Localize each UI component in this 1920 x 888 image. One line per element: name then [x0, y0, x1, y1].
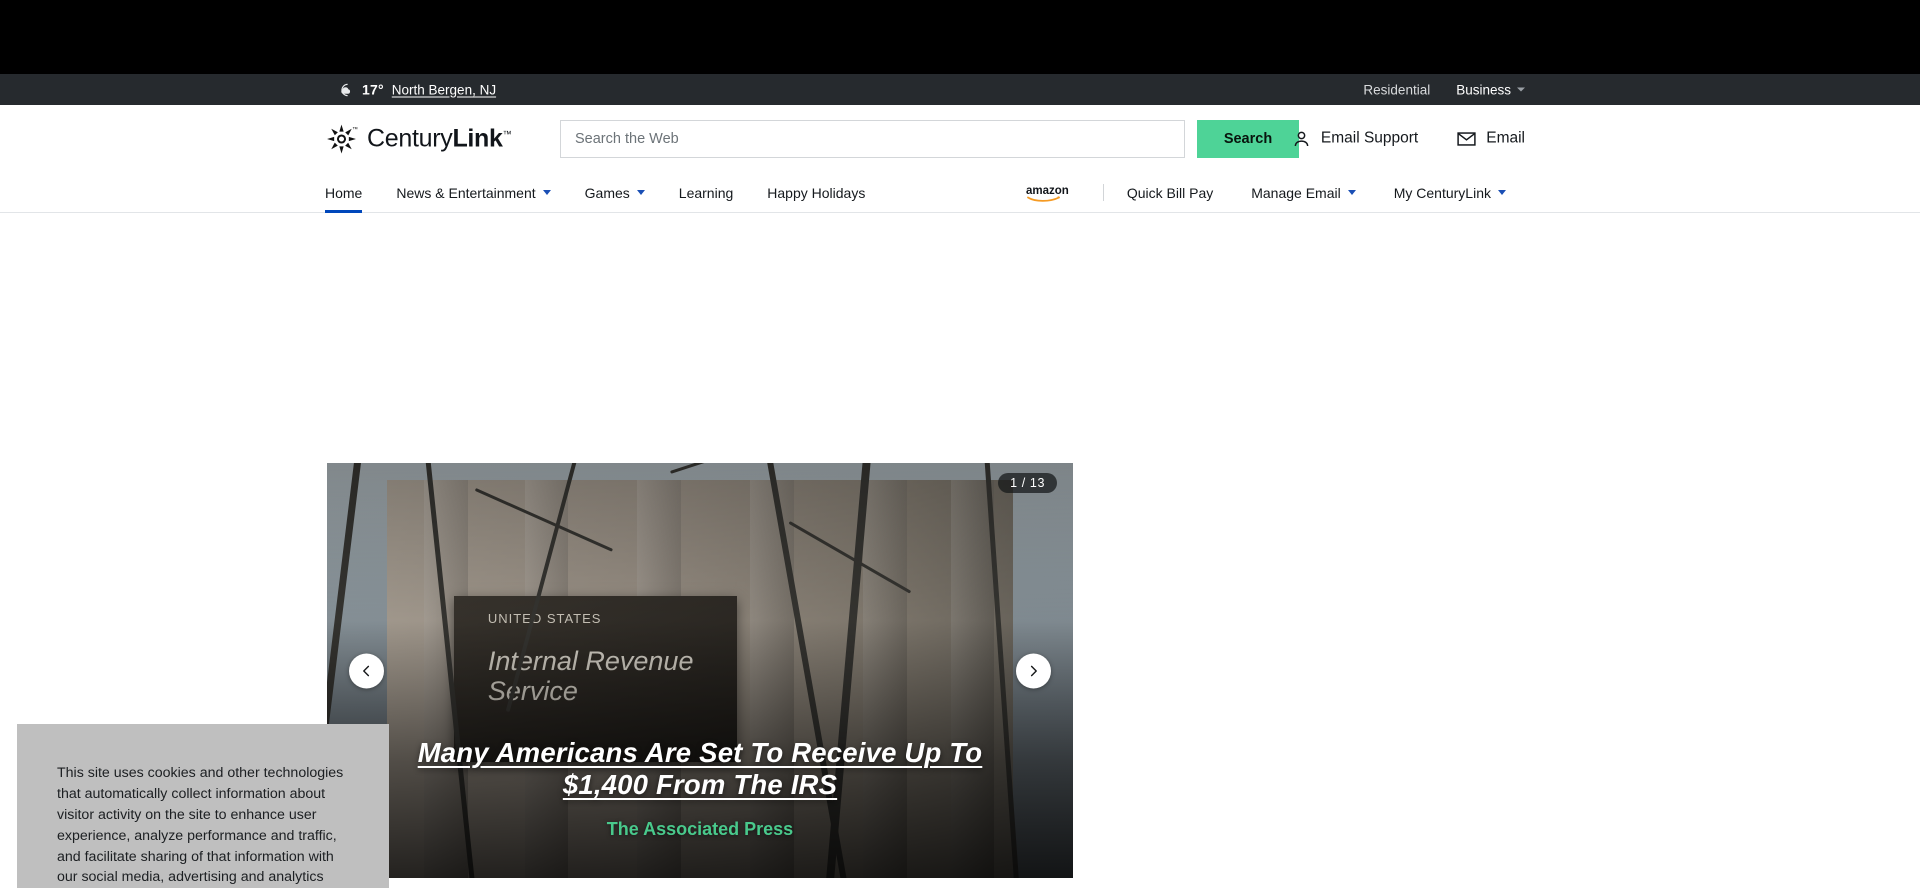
nav-item-games[interactable]: Games [568, 172, 662, 213]
utility-link-residential-label: Residential [1363, 82, 1431, 97]
envelope-icon [1457, 131, 1476, 146]
svg-text:amazon: amazon [1026, 185, 1069, 197]
brand-word-light: Century [367, 124, 453, 152]
nav-item-learning[interactable]: Learning [662, 172, 751, 213]
nav-item-home-label: Home [325, 184, 363, 201]
svg-text:™: ™ [352, 126, 358, 132]
centurylink-starburst-icon: ™ [327, 124, 358, 153]
email-link[interactable]: Email [1456, 128, 1525, 149]
nav-item-games-label: Games [584, 184, 630, 201]
nav-right-group: amazon Quick Bill Pay Manage Email My Ce… [1007, 172, 1525, 213]
page-content: UNITED STATES Internal Revenue Service 1… [0, 213, 1920, 888]
brand-word-bold: Link [452, 124, 503, 152]
chevron-left-icon [363, 665, 370, 676]
email-label: Email [1486, 129, 1525, 147]
chevron-down-icon [1498, 190, 1506, 195]
amazon-link[interactable]: amazon [1007, 172, 1099, 213]
nav-item-quick-bill-pay-label: Quick Bill Pay [1126, 184, 1214, 201]
search-input[interactable] [560, 119, 1185, 158]
nav-divider [1102, 184, 1104, 201]
hero-source: The Associated Press [606, 819, 794, 839]
carousel-prev-button[interactable] [349, 653, 384, 688]
utility-link-residential[interactable]: Residential [1363, 82, 1430, 97]
hero-carousel[interactable]: UNITED STATES Internal Revenue Service 1… [327, 463, 1073, 878]
nav-item-happy-holidays-label: Happy Holidays [767, 184, 866, 201]
chevron-down-icon [636, 190, 645, 195]
nav-item-learning-label: Learning [678, 184, 734, 201]
masthead-links: Email Support Email [1291, 128, 1525, 149]
weather-location-link[interactable]: North Bergen, NJ [392, 82, 496, 97]
search-button[interactable]: Search [1197, 119, 1299, 158]
search-area: Search [560, 119, 1299, 158]
brand-wordmark: CenturyLink™ [367, 124, 512, 153]
brand-trademark: ™ [502, 128, 512, 139]
weather-temperature: 17° [362, 81, 384, 98]
nav-left-group: Home News & Entertainment Games Learning… [325, 172, 882, 213]
weather-widget[interactable]: 17° North Bergen, NJ [337, 81, 496, 98]
masthead: ™ CenturyLink™ Search Email Support Emai… [0, 105, 1920, 172]
moon-cloud-icon [341, 83, 351, 96]
nav-item-my-centurylink-label: My CenturyLink [1393, 184, 1491, 201]
nav-item-news-entertainment-label: News & Entertainment [396, 184, 536, 201]
nav-item-quick-bill-pay[interactable]: Quick Bill Pay [1108, 172, 1232, 213]
browser-chrome-bar [0, 0, 1920, 74]
user-icon [1294, 131, 1309, 146]
utility-bar: 17° North Bergen, NJ Residential Busines… [0, 74, 1920, 105]
cookie-consent-dialog: This site uses cookies and other technol… [17, 724, 389, 888]
chevron-right-icon [1030, 665, 1037, 676]
nav-item-news-entertainment[interactable]: News & Entertainment [379, 172, 567, 213]
hero-headline[interactable]: Many Americans Are Set To Receive Up To … [373, 737, 1027, 801]
nav-item-manage-email[interactable]: Manage Email [1232, 172, 1375, 213]
carousel-slide-counter: 1 / 13 [998, 473, 1057, 493]
nav-item-home[interactable]: Home [325, 172, 379, 213]
utility-link-business[interactable]: Business [1456, 82, 1525, 97]
amazon-logo-icon: amazon [1026, 185, 1069, 202]
main-navigation: Home News & Entertainment Games Learning… [0, 172, 1920, 213]
chevron-down-icon [1517, 87, 1525, 92]
brand-logo[interactable]: ™ CenturyLink™ [325, 122, 512, 155]
utility-link-business-label: Business [1456, 82, 1511, 97]
chevron-down-icon [542, 190, 551, 195]
hero-caption: Many Americans Are Set To Receive Up To … [327, 737, 1073, 840]
carousel-next-button[interactable] [1016, 653, 1051, 688]
nav-item-happy-holidays[interactable]: Happy Holidays [750, 172, 882, 213]
utility-links: Residential Business [1363, 82, 1525, 97]
cookie-consent-text: This site uses cookies and other technol… [57, 763, 349, 888]
email-support-link[interactable]: Email Support [1291, 128, 1418, 149]
email-support-label: Email Support [1320, 129, 1419, 147]
chevron-down-icon [1347, 190, 1356, 195]
cookie-text-body: This site uses cookies and other technol… [57, 765, 344, 886]
nav-item-my-centurylink[interactable]: My CenturyLink [1375, 172, 1525, 213]
nav-item-manage-email-label: Manage Email [1251, 184, 1341, 201]
